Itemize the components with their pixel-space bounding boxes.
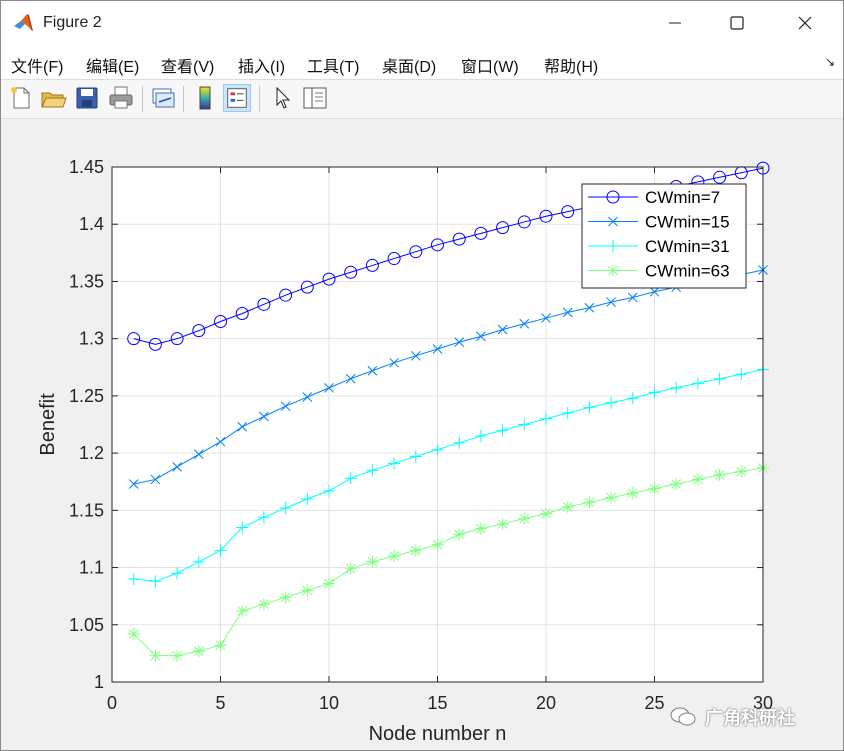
- legend-label: CWmin=31: [645, 237, 730, 256]
- data-point: [127, 627, 140, 640]
- data-point: [453, 528, 466, 541]
- data-point: [518, 512, 531, 525]
- data-point: [366, 555, 379, 568]
- menu-edit[interactable]: 编辑(E): [86, 53, 139, 77]
- y-tick-label: 1.05: [69, 615, 104, 635]
- data-point: [388, 550, 401, 563]
- x-tick-label: 25: [644, 693, 664, 713]
- menu-window[interactable]: 窗口(W): [461, 53, 519, 77]
- data-point: [323, 577, 335, 590]
- legend-marker: [607, 264, 619, 277]
- legend-label: CWmin=63: [645, 262, 730, 281]
- y-tick-label: 1.15: [69, 500, 104, 520]
- data-point: [149, 649, 162, 662]
- legend[interactable]: CWmin=7 CWmin=15 CWmin=31 CWmin=63: [581, 183, 747, 289]
- x-tick-label: 5: [215, 693, 225, 713]
- data-point: [301, 584, 314, 597]
- data-point: [670, 478, 683, 491]
- x-tick-label: 20: [536, 693, 556, 713]
- data-point: [279, 591, 292, 604]
- data-point: [735, 465, 748, 478]
- data-point: [171, 649, 184, 662]
- new-figure-icon[interactable]: [7, 84, 35, 112]
- dock-arrow-icon[interactable]: ↘: [825, 55, 835, 69]
- toolbar-separator: [259, 86, 260, 112]
- menu-desktop[interactable]: 桌面(D): [382, 53, 436, 77]
- close-button[interactable]: [777, 1, 833, 45]
- x-tick-label: 0: [107, 693, 117, 713]
- minimize-button[interactable]: [647, 1, 703, 45]
- data-point: [344, 562, 357, 575]
- legend-label: CWmin=15: [645, 213, 730, 232]
- data-point: [583, 496, 596, 509]
- toolbar-separator: [142, 86, 143, 112]
- y-axis-label: Benefit: [37, 393, 59, 456]
- data-point: [214, 639, 227, 652]
- menu-tools[interactable]: 工具(T): [307, 53, 359, 77]
- y-tick-label: 1.2: [79, 443, 104, 463]
- data-point: [236, 605, 249, 618]
- data-point: [561, 500, 574, 513]
- y-tick-label: 1.45: [69, 157, 104, 177]
- data-point: [496, 518, 509, 531]
- data-point: [192, 645, 205, 658]
- wechat-logo-icon: [670, 707, 696, 726]
- matlab-logo-icon: [14, 14, 33, 31]
- y-tick-label: 1.25: [69, 386, 104, 406]
- data-point: [474, 522, 487, 535]
- window-title: Figure 2: [43, 14, 102, 31]
- pointer-icon[interactable]: [267, 84, 295, 112]
- data-point: [691, 473, 704, 486]
- open-file-icon[interactable]: [39, 84, 67, 112]
- x-tick-label: 10: [319, 693, 339, 713]
- data-point: [431, 538, 444, 551]
- figure-canvas: 0 5 10 15 20 25 30 1 1.05 1.1 1.15 1.2 1.25 1.3 1.35 1.…: [1, 119, 843, 750]
- data-point: [409, 544, 422, 557]
- link-plot-icon[interactable]: [149, 84, 177, 112]
- x-tick-label: 15: [427, 693, 447, 713]
- y-tick-label: 1.3: [79, 329, 104, 349]
- menu-insert[interactable]: 插入(I): [238, 53, 285, 77]
- colorbar-icon[interactable]: [191, 84, 219, 112]
- data-point: [713, 468, 726, 481]
- x-axis-label: Node number n: [369, 723, 507, 745]
- minimize-icon: [669, 22, 681, 24]
- y-tick-label: 1.4: [79, 214, 104, 234]
- menu-file[interactable]: 文件(F): [11, 53, 63, 77]
- data-point: [626, 487, 639, 500]
- y-tick-label: 1.1: [79, 558, 104, 578]
- line-chart: 0 5 10 15 20 25 3011.051.11.151.21.251.31.351.…: [37, 157, 773, 745]
- figure-window: Figure 2 文件(F) 编辑(E) 查看(V) 插入(I) 工具(T) 桌…: [0, 0, 844, 751]
- toolbar: [1, 80, 843, 119]
- title-bar[interactable]: Figure 2: [1, 1, 843, 45]
- print-icon[interactable]: [107, 84, 135, 112]
- close-icon: [798, 16, 812, 30]
- watermark-text: 广角科研社: [705, 708, 795, 728]
- y-tick-label: 1.35: [69, 271, 104, 291]
- y-tick-label: 1: [94, 672, 104, 692]
- maximize-icon: [730, 16, 744, 30]
- data-point: [648, 482, 661, 495]
- data-point: [257, 598, 270, 611]
- toolbar-separator: [183, 86, 184, 112]
- legend-label: CWmin=7: [645, 188, 720, 207]
- watermark: 广角科研社: [669, 705, 795, 729]
- property-editor-icon[interactable]: [301, 84, 329, 112]
- legend-icon[interactable]: [223, 84, 251, 112]
- data-point: [540, 507, 552, 520]
- menu-bar: 文件(F) 编辑(E) 查看(V) 插入(I) 工具(T) 桌面(D) 窗口(W…: [1, 45, 843, 80]
- maximize-button[interactable]: [709, 1, 765, 45]
- save-icon[interactable]: [73, 84, 101, 112]
- menu-view[interactable]: 查看(V): [161, 53, 214, 77]
- menu-help[interactable]: 帮助(H): [544, 53, 598, 77]
- data-point: [605, 491, 618, 504]
